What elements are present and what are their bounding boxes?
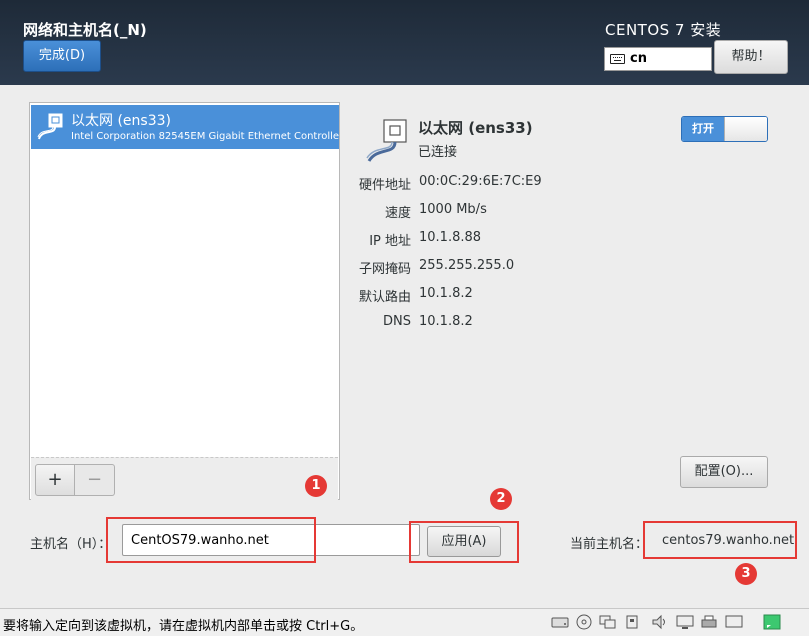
annotation-marker-2: 2	[490, 488, 512, 510]
remove-device-button[interactable]: −	[75, 464, 115, 496]
connection-status: 已连接	[418, 145, 458, 160]
annotation-marker-3: 3	[735, 563, 757, 585]
ip-address-label: IP 地址	[369, 234, 411, 249]
ip-address-value: 10.1.8.88	[419, 230, 482, 245]
device-description: Intel Corporation 82545EM Gigabit Ethern…	[71, 131, 339, 142]
sound-card-icon[interactable]	[651, 614, 669, 630]
device-name: 以太网 (ens33)	[71, 113, 171, 129]
speed-value: 1000 Mb/s	[419, 202, 487, 217]
annotation-box-hostname	[106, 517, 316, 563]
ethernet-device-icon	[366, 119, 407, 162]
network-adapter-icon[interactable]	[599, 614, 617, 630]
message-icon[interactable]	[763, 614, 781, 630]
help-button[interactable]: 帮助！	[714, 40, 788, 74]
done-button[interactable]: 完成(D)	[23, 40, 101, 72]
subnet-mask-label: 子网掩码	[358, 262, 411, 277]
status-message: 要将输入定向到该虚拟机，请在虚拟机内部单击或按 Ctrl+G。	[3, 619, 364, 634]
hard-disk-icon[interactable]	[551, 614, 569, 630]
hostname-label: 主机名（H）：	[30, 537, 112, 552]
keyboard-layout-label: cn	[630, 51, 647, 66]
speed-label: 速度	[384, 206, 411, 221]
display-icon[interactable]	[676, 614, 694, 630]
top-header: 网络和主机名(_N) 完成(D) CENTOS 7 安装 cn 帮助！	[0, 0, 809, 85]
detail-device-name: 以太网 (ens33)	[418, 119, 533, 137]
ethernet-cable-icon	[37, 113, 63, 140]
connection-toggle[interactable]: 打开	[681, 116, 768, 142]
page-title: 网络和主机名(_N)	[23, 21, 147, 39]
device-list-panel: 以太网 (ens33) Intel Corporation 82545EM Gi…	[29, 102, 340, 500]
dns-label: DNS	[383, 314, 411, 329]
add-device-button[interactable]: +	[35, 464, 75, 496]
hardware-address-value: 00:0C:29:6E:7C:E9	[419, 174, 542, 189]
annotation-box-apply	[409, 521, 519, 563]
default-route-value: 10.1.8.2	[419, 286, 473, 301]
product-title: CENTOS 7 安装	[605, 21, 722, 39]
annotation-box-current-hostname	[643, 521, 797, 559]
hardware-address-label: 硬件地址	[358, 178, 411, 193]
toggle-on-label: 打开	[682, 117, 724, 141]
configure-button[interactable]: 配置(O)...	[680, 456, 768, 488]
device-list-toolbar: + −	[31, 457, 338, 500]
dns-value: 10.1.8.2	[419, 314, 473, 329]
monitor-icon[interactable]	[725, 614, 743, 630]
annotation-marker-1: 1	[305, 475, 327, 497]
cd-drive-icon[interactable]	[575, 614, 593, 630]
vm-status-bar: 要将输入定向到该虚拟机，请在虚拟机内部单击或按 Ctrl+G。	[0, 608, 809, 636]
device-item-ens33[interactable]: 以太网 (ens33) Intel Corporation 82545EM Gi…	[31, 105, 339, 149]
subnet-mask-value: 255.255.255.0	[419, 258, 515, 273]
toggle-knob	[724, 117, 767, 141]
default-route-label: 默认路由	[358, 290, 411, 305]
printer-icon[interactable]	[700, 614, 718, 630]
keyboard-icon	[610, 54, 625, 64]
current-hostname-label: 当前主机名：	[570, 537, 649, 552]
usb-device-icon[interactable]	[623, 614, 641, 630]
keyboard-layout-indicator[interactable]: cn	[604, 47, 712, 71]
